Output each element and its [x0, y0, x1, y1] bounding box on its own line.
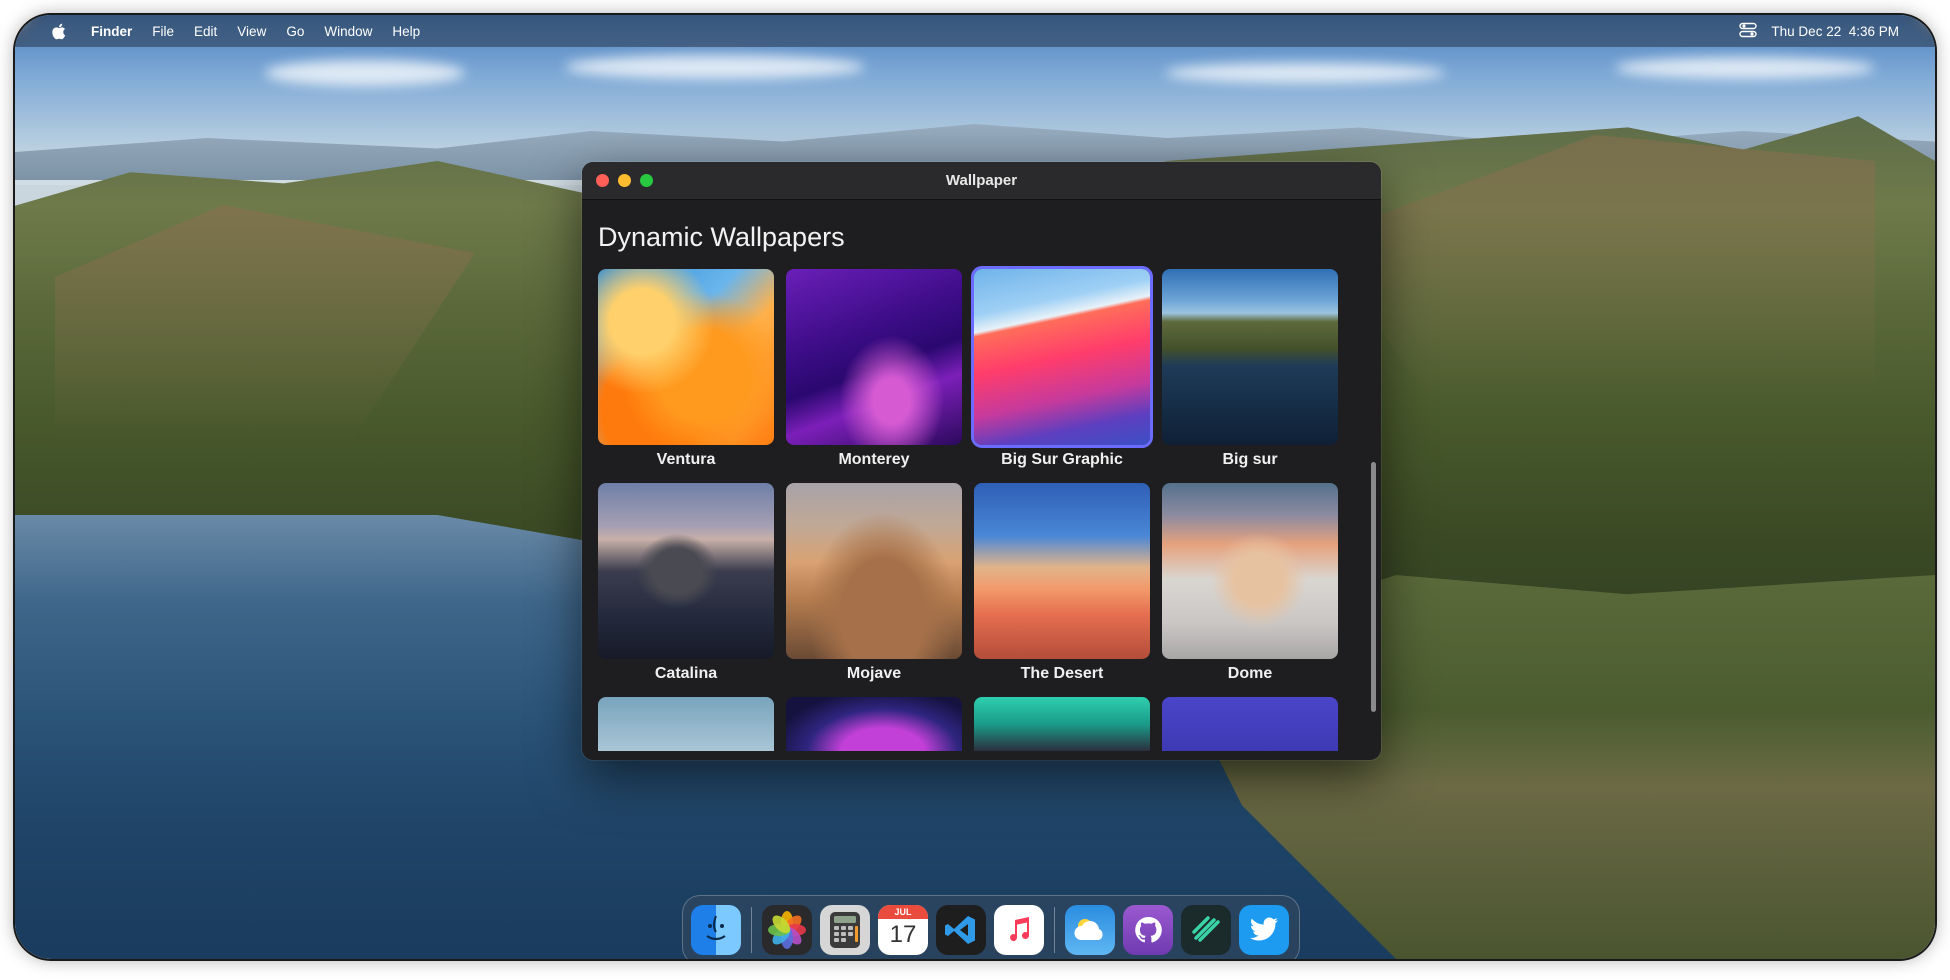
- wallpaper-thumbnail[interactable]: [598, 697, 774, 751]
- wallpaper-thumbnail[interactable]: [786, 483, 962, 659]
- zoom-button[interactable]: [640, 174, 653, 187]
- wallpaper-thumbnail-selected[interactable]: [971, 266, 1153, 448]
- menu-edit[interactable]: Edit: [194, 24, 217, 39]
- wallpaper-tile-big-sur[interactable]: Big sur: [1162, 269, 1338, 469]
- apple-menu-icon[interactable]: [51, 22, 67, 40]
- minimize-button[interactable]: [618, 174, 631, 187]
- window-title: Wallpaper: [945, 172, 1018, 189]
- weather-icon[interactable]: [1065, 905, 1115, 955]
- wallpaper-tile-dome[interactable]: Dome: [1162, 483, 1338, 683]
- wallpaper-tile-partial[interactable]: [598, 697, 774, 751]
- dock-separator: [1054, 907, 1055, 953]
- wallpaper-label: Big sur: [1222, 451, 1278, 468]
- dock-separator: [751, 907, 752, 953]
- wallpaper-label: Monterey: [838, 451, 910, 468]
- wallpaper-thumbnail[interactable]: [974, 483, 1150, 659]
- control-center-icon[interactable]: [1739, 22, 1758, 41]
- music-icon[interactable]: [994, 905, 1044, 955]
- menu-app-name[interactable]: Finder: [91, 24, 132, 39]
- section-title: Dynamic Wallpapers: [598, 222, 845, 252]
- wallpaper-tile-mojave[interactable]: Mojave: [786, 483, 962, 683]
- menu-go[interactable]: Go: [286, 24, 304, 39]
- desktop: Finder File Edit View Go Window Help Thu…: [15, 15, 1935, 959]
- notion-like-icon[interactable]: [1181, 905, 1231, 955]
- scrollbar-thumb[interactable]: [1371, 462, 1376, 712]
- wallpaper-tile-catalina[interactable]: Catalina: [598, 483, 774, 683]
- wallpaper-thumbnail[interactable]: [1162, 269, 1338, 445]
- menu-window[interactable]: Window: [324, 24, 372, 39]
- calculator-icon[interactable]: [820, 905, 870, 955]
- finder-icon[interactable]: [691, 905, 741, 955]
- calendar-icon[interactable]: JUL 17: [878, 905, 928, 955]
- menu-bar: Finder File Edit View Go Window Help Thu…: [15, 15, 1935, 47]
- twitter-icon[interactable]: [1239, 905, 1289, 955]
- menu-file[interactable]: File: [152, 24, 174, 39]
- github-icon[interactable]: [1123, 905, 1173, 955]
- close-button[interactable]: [596, 174, 609, 187]
- wallpaper-thumbnail[interactable]: [786, 697, 962, 751]
- menu-clock[interactable]: Thu Dec 22 4:36 PM: [1771, 24, 1899, 39]
- wallpaper-label: Dome: [1227, 665, 1273, 682]
- wallpaper-thumbnail[interactable]: [598, 269, 774, 445]
- menu-help[interactable]: Help: [392, 24, 420, 39]
- wallpaper-label: Catalina: [654, 665, 718, 682]
- wallpaper-label: Ventura: [656, 451, 716, 468]
- wallpaper-thumbnail[interactable]: [1162, 697, 1338, 751]
- wallpaper-list[interactable]: Dynamic Wallpapers Ventura Monterey Big …: [582, 200, 1381, 760]
- vscode-icon[interactable]: [936, 905, 986, 955]
- wallpaper-tile-big-sur-graphic[interactable]: Big Sur Graphic: [971, 266, 1153, 469]
- menu-view[interactable]: View: [237, 24, 266, 39]
- wallpaper-label: Big Sur Graphic: [1001, 451, 1123, 468]
- wallpaper-label: Mojave: [846, 665, 902, 682]
- wallpaper-window: Wallpaper Dynamic Wallpapers Ventura Mon…: [582, 162, 1381, 760]
- wallpaper-thumbnail[interactable]: [1162, 483, 1338, 659]
- wallpaper-tile-partial[interactable]: [786, 697, 962, 751]
- wallpaper-thumbnail[interactable]: [974, 697, 1150, 751]
- wallpaper-thumbnail[interactable]: [598, 483, 774, 659]
- wallpaper-tile-partial[interactable]: [1162, 697, 1338, 751]
- wallpaper-tile-partial[interactable]: [974, 697, 1150, 751]
- calendar-month: JUL: [878, 905, 928, 919]
- wallpaper-thumbnail[interactable]: [786, 269, 962, 445]
- wallpaper-tile-monterey[interactable]: Monterey: [786, 269, 962, 469]
- dock: JUL 17: [682, 895, 1300, 959]
- photos-icon[interactable]: [762, 905, 812, 955]
- calendar-day: 17: [889, 921, 917, 948]
- window-titlebar[interactable]: Wallpaper: [582, 162, 1381, 200]
- wallpaper-tile-ventura[interactable]: Ventura: [598, 269, 774, 469]
- wallpaper-tile-the-desert[interactable]: The Desert: [974, 483, 1150, 683]
- wallpaper-label: The Desert: [1020, 665, 1104, 682]
